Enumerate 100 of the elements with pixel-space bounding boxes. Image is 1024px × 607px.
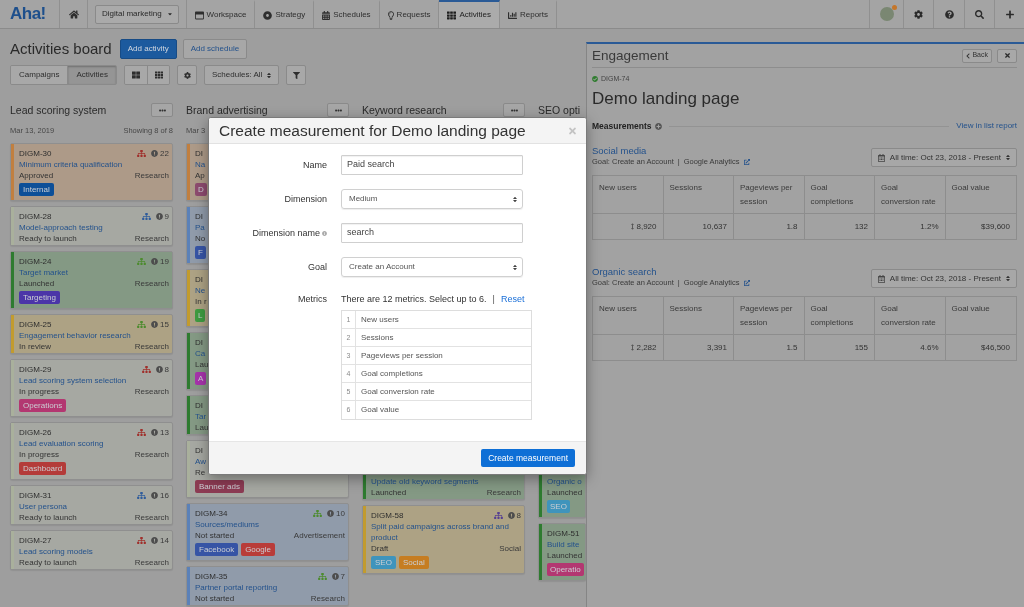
activity-card[interactable]: DIGM-31 16 User persona Ready to launch Research (10, 485, 173, 525)
activity-card[interactable]: DIGM-24 19 Target market Launched Research Targeting (10, 251, 173, 309)
measurement-link[interactable]: Organic search (592, 266, 657, 278)
card-title-link[interactable]: Ne (195, 285, 206, 296)
schedule-select[interactable]: Schedules: All (204, 65, 280, 85)
card-title-link[interactable]: Lead scoring models (19, 546, 93, 557)
activity-card[interactable]: DIGM-30 22 Minimum criteria qualification Approved Research Internal (10, 143, 173, 201)
text-input[interactable]: Paid search (341, 155, 523, 175)
separator-text: | (492, 293, 495, 305)
card-title-link[interactable]: Build site (547, 539, 580, 550)
activity-card[interactable]: DIGM-25 15 Engagement behavior research In review Research (10, 314, 173, 354)
activity-card[interactable]: DI Ne In r L (186, 269, 209, 327)
card-title-link[interactable]: Sources/mediums (195, 519, 260, 530)
metric-name[interactable]: New users (361, 314, 399, 325)
date-range-select[interactable]: All time: Oct 23, 2018 - Present (870, 148, 1017, 167)
compact-view-button[interactable] (147, 66, 170, 84)
card-title-link[interactable]: Lead scoring system selection (19, 375, 127, 386)
settings-button[interactable] (177, 65, 198, 85)
card-id: DIGM-24 (19, 256, 52, 267)
text-input[interactable]: search (341, 223, 523, 243)
close-button[interactable] (997, 48, 1017, 63)
nav-tab[interactable]: Workspace (186, 0, 256, 28)
card-status: Ready to launch (19, 233, 77, 244)
more-button[interactable] (503, 103, 525, 117)
card-title-link[interactable]: Lead evaluation scoring (19, 438, 104, 449)
workspace-dropdown[interactable]: Digital marketing (95, 4, 179, 24)
activity-card[interactable]: DIGM-29 8 Lead scoring system selection In progress Research Operations (10, 359, 173, 417)
field-label: Dimension (284, 193, 327, 205)
card-category: Research (134, 557, 169, 568)
date-range-select[interactable]: All time: Oct 23, 2018 - Present (870, 269, 1017, 288)
tag: Facebook (195, 543, 239, 556)
metric-name[interactable]: Goal value (361, 405, 400, 415)
segmented-tab[interactable]: Activities (67, 66, 117, 84)
card-title-link[interactable]: Target market (19, 267, 68, 278)
card-title-link[interactable]: Minimum criteria qualification (19, 159, 123, 170)
large-grid-icon (132, 71, 141, 79)
metric-name[interactable]: Sessions (361, 332, 394, 343)
card-status: Not started (195, 530, 235, 541)
field-label: Dimension name (252, 227, 320, 239)
card-title-link[interactable]: Na (195, 159, 206, 170)
activity-card[interactable]: DI Pa No F (186, 206, 209, 264)
nav-tab[interactable]: Schedules (314, 0, 380, 28)
activity-card[interactable]: DIGM-58 8 Split paid campaigns across brand and product Draft Social SEO Social (362, 505, 525, 574)
card-status: Ap (195, 170, 205, 181)
activity-card[interactable]: DIGM-28 9 Model-approach testing Ready to launch Research (10, 206, 173, 246)
card-title-link[interactable]: Model-approach testing (19, 222, 103, 233)
select-field[interactable]: Create an Account (341, 257, 523, 277)
card-status: In progress (19, 449, 60, 460)
action-button[interactable]: Add activity (119, 39, 177, 59)
activity-card[interactable]: DIGM-26 13 Lead evaluation scoring In progress Research Dashboard (10, 422, 173, 480)
segmented-tab[interactable]: Campaigns (11, 66, 68, 84)
metric-name[interactable]: Goal completions (361, 368, 423, 379)
up-down-arrow-icon (631, 223, 635, 230)
record-title: Demo landing page (592, 88, 740, 110)
card-title-link[interactable]: Pa (195, 222, 205, 233)
tag: A (195, 372, 207, 385)
activity-card[interactable]: DIGM-51 Build site Launched Operatio (538, 523, 586, 581)
activity-card[interactable]: DI Ca Lau A (186, 332, 209, 390)
column-header: Goal conversion rate (875, 297, 946, 335)
metric-value: 4.6% (920, 342, 939, 353)
external-link-icon[interactable] (743, 280, 750, 286)
filter-button[interactable] (286, 65, 307, 85)
card-status: In review (19, 341, 51, 352)
nav-tab[interactable]: Reports (499, 0, 557, 28)
card-title-link[interactable]: Engagement behavior research (19, 330, 131, 341)
activity-card[interactable]: DI Tar Lau (186, 395, 209, 435)
activity-card[interactable]: DIGM-35 7 Partner portal reporting Not started Research (186, 566, 349, 606)
card-category: Research (134, 449, 169, 460)
sort-caret-icon (513, 263, 517, 271)
card-title-link[interactable]: Aw (195, 456, 206, 467)
measurement-link[interactable]: Social media (592, 145, 647, 157)
card-title-link[interactable]: Organic o (547, 476, 582, 487)
card-title-link[interactable]: Ca (195, 348, 206, 359)
select-field[interactable]: Medium (341, 189, 523, 209)
metric-name[interactable]: Pageviews per session (361, 350, 443, 361)
card-title-link[interactable]: Split paid campaigns across brand and product (371, 521, 521, 543)
card-title-link[interactable]: Partner portal reporting (195, 582, 278, 593)
caret-icon (167, 11, 172, 17)
card-title-link[interactable]: User persona (19, 501, 68, 512)
nav-tab[interactable]: Activities (439, 0, 500, 28)
column-header: Goal completions (804, 297, 875, 335)
more-button[interactable] (327, 103, 349, 117)
card-status: In r (195, 296, 207, 307)
card-status: Launched (547, 487, 583, 498)
chevron-left-icon (966, 52, 971, 59)
card-view-button[interactable] (125, 66, 148, 84)
activity-card[interactable]: DI Na Ap D (186, 143, 209, 201)
submit-button[interactable]: Create measurement (481, 449, 575, 467)
activity-card[interactable]: DIGM-27 14 Lead scoring models Ready to launch Research (10, 530, 173, 570)
list-report-link[interactable]: View in list report (956, 120, 1017, 132)
card-category: Research (134, 170, 169, 181)
card-category: Research (134, 341, 169, 352)
metric-name[interactable]: Goal conversion rate (361, 386, 435, 397)
action-button[interactable]: Add schedule (182, 39, 248, 59)
reset-link[interactable]: Reset (500, 293, 525, 305)
card-id: DI (195, 400, 203, 411)
nav-tab[interactable]: Strategy (255, 0, 315, 28)
external-link-icon[interactable] (743, 159, 750, 165)
activity-card[interactable]: DIGM-34 10 Sources/mediums Not started Advertisement Facebook Google (186, 503, 349, 561)
app-logo[interactable]: Aha! (10, 4, 46, 24)
